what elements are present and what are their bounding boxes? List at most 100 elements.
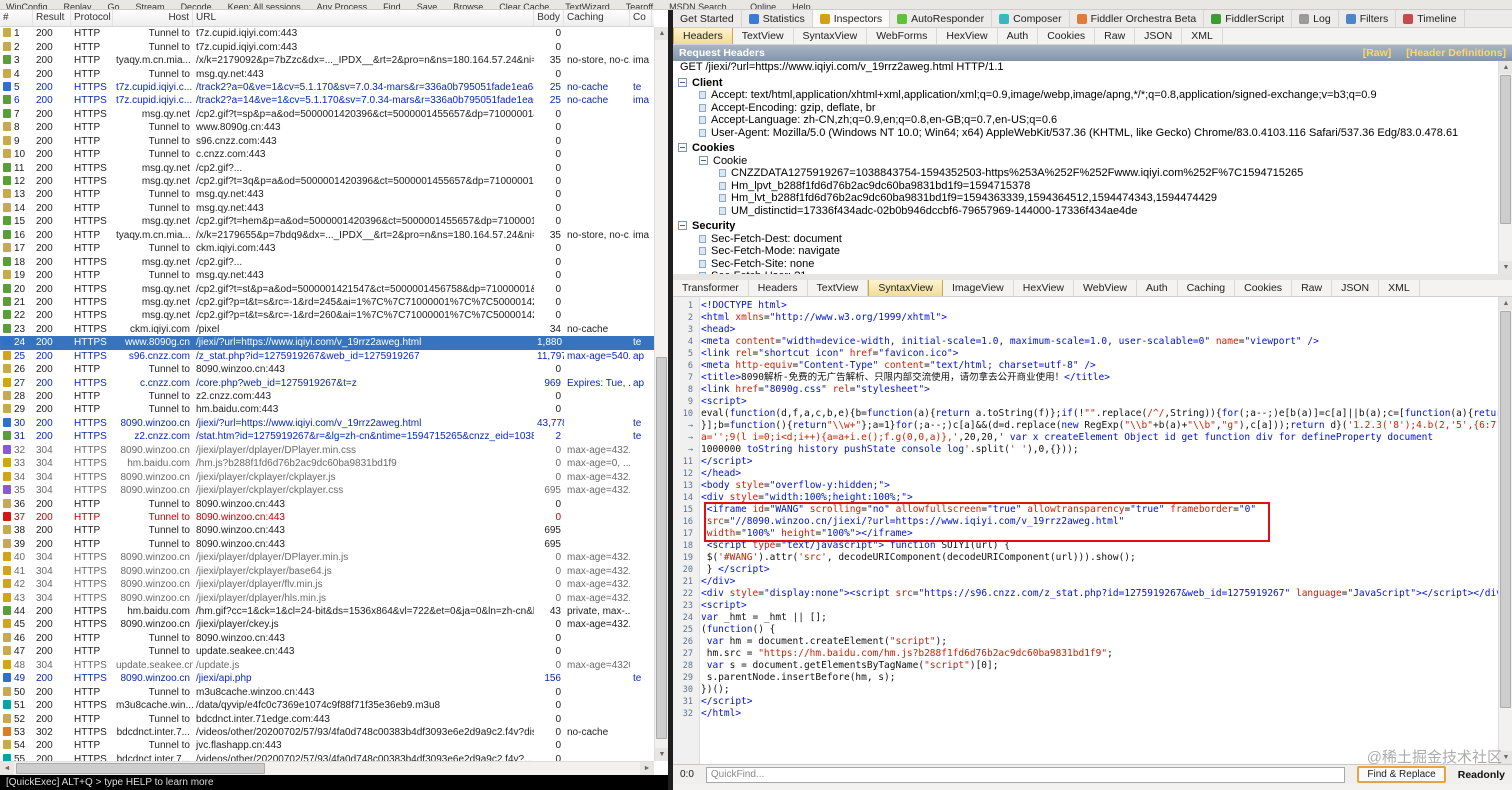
session-row[interactable]: 14 200 HTTP Tunnel to msg.qy.net:443 0: [0, 202, 654, 215]
session-row[interactable]: 26 200 HTTP Tunnel to 8090.winzoo.cn:443 0: [0, 363, 654, 376]
tab-get-started[interactable]: Get Started: [673, 10, 742, 27]
session-row[interactable]: 21 200 HTTPS msg.qy.net/cp2.gif?p=t&t=s&rc=…: [0, 296, 654, 309]
syntaxview-code-area[interactable]: 1 <!DOCTYPE html> 2 <html xmlns="http://www…: [673, 297, 1512, 764]
session-row[interactable]: 34 304 HTTPS 8090.winzoo.cn/jiexi/player/ck…: [0, 470, 654, 483]
collapse-icon[interactable]: [678, 143, 687, 152]
toolbar-item-browse[interactable]: Browse: [453, 2, 483, 9]
scroll-up-icon[interactable]: ▲: [1499, 297, 1512, 310]
request-tab-json[interactable]: JSON: [1135, 28, 1183, 44]
session-row[interactable]: 4 200 HTTP Tunnel to msg.qy.net:443 0: [0, 67, 654, 80]
session-row[interactable]: 2 200 HTTP Tunnel to t7z.cupid.iqiyi.com:443…: [0, 40, 654, 53]
session-row[interactable]: 30 200 HTTPS 8090.winzoo.cn/jiexi/?url=http…: [0, 417, 654, 430]
session-row[interactable]: 33 304 HTTPS hm.baidu.com/hm.js?b288f1fd6d7…: [0, 457, 654, 470]
code-vertical-scrollbar[interactable]: ▲ ▼: [1498, 297, 1512, 764]
toolbar-item-winconfig[interactable]: WinConfig: [6, 2, 48, 9]
session-row[interactable]: 15 200 HTTPS msg.qy.net/cp2.gif?t=hem&p=a&o…: [0, 215, 654, 228]
session-row[interactable]: 10 200 HTTP Tunnel to c.cnzz.com:443 0: [0, 148, 654, 161]
scroll-down-icon[interactable]: ▼: [1499, 751, 1512, 764]
toolbar-item-decode[interactable]: Decode: [181, 2, 212, 9]
request-tab-auth[interactable]: Auth: [998, 28, 1039, 44]
session-row[interactable]: 13 200 HTTP Tunnel to msg.qy.net:443 0: [0, 188, 654, 201]
session-row[interactable]: 42 304 HTTPS 8090.winzoo.cn/jiexi/player/dp…: [0, 578, 654, 591]
request-tab-cookies[interactable]: Cookies: [1038, 28, 1096, 44]
session-row[interactable]: 9 200 HTTP Tunnel to s96.cnzz.com:443 0: [0, 135, 654, 148]
raw-link[interactable]: [Raw]: [1363, 47, 1392, 59]
toolbar-item-keep-all-sessions[interactable]: Keep: All sessions: [228, 2, 301, 9]
session-row[interactable]: 29 200 HTTP Tunnel to hm.baidu.com:443 0: [0, 403, 654, 416]
toolbar-item-help[interactable]: Help: [792, 2, 811, 9]
session-row[interactable]: 5 200 HTTPS t7z.cupid.iqiyi.c.../track2?a=0…: [0, 81, 654, 94]
request-tab-syntaxview[interactable]: SyntaxView: [794, 28, 868, 44]
tab-log[interactable]: Log: [1292, 10, 1339, 27]
response-tab-textview[interactable]: TextView: [808, 280, 869, 296]
session-row[interactable]: 24 200 HTTPS www.8090g.cn/jiexi/?url=https:…: [0, 336, 654, 350]
tab-statistics[interactable]: Statistics: [742, 10, 813, 27]
session-row[interactable]: 18 200 HTTPS msg.qy.net/cp2.gif?... 0: [0, 255, 654, 268]
toolbar-item-replay[interactable]: Replay: [64, 2, 92, 9]
toolbar-item-go[interactable]: Go: [108, 2, 120, 9]
session-row[interactable]: 54 200 HTTP Tunnel to jvc.flashapp.cn:443 0: [0, 739, 654, 752]
response-tab-raw[interactable]: Raw: [1292, 280, 1333, 296]
toolbar-item-find[interactable]: Find: [383, 2, 401, 9]
toolbar-item-tearoff[interactable]: Tearoff: [626, 2, 653, 9]
column-header-co[interactable]: Co: [630, 10, 652, 26]
column-header-result[interactable]: Result: [33, 10, 71, 26]
session-row[interactable]: 40 304 HTTPS 8090.winzoo.cn/jiexi/player/dp…: [0, 551, 654, 564]
response-tab-headers[interactable]: Headers: [749, 280, 808, 296]
column-header-protocol[interactable]: Protocol: [71, 10, 113, 26]
session-row[interactable]: 51 200 HTTPS m3u8cache.win.../data/qyvip/e4…: [0, 699, 654, 712]
session-horizontal-scrollbar[interactable]: ◄ ►: [0, 761, 654, 775]
scroll-up-icon[interactable]: ▲: [1499, 61, 1512, 74]
scroll-down-icon[interactable]: ▼: [1499, 261, 1512, 274]
response-tab-auth[interactable]: Auth: [1137, 280, 1178, 296]
session-row[interactable]: 6 200 HTTPS t7z.cupid.iqiyi.c.../track2?a=1…: [0, 94, 654, 107]
toolbar-item-msdn-search[interactable]: MSDN Search...: [669, 2, 734, 9]
headers-vertical-scrollbar[interactable]: ▲ ▼: [1498, 61, 1512, 274]
tab-composer[interactable]: Composer: [992, 10, 1070, 27]
response-tab-imageview[interactable]: ImageView: [943, 280, 1014, 296]
session-row[interactable]: 50 200 HTTP Tunnel to m3u8cache.winzoo.cn:44…: [0, 685, 654, 698]
response-tab-hexview[interactable]: HexView: [1014, 280, 1075, 296]
session-row[interactable]: 3 200 HTTP tyaqy.m.cn.mia... /x/k=2179092&p=…: [0, 54, 654, 67]
session-row[interactable]: 39 200 HTTP Tunnel to 8090.winzoo.cn:443 695: [0, 538, 654, 551]
column-header-url[interactable]: URL: [193, 10, 534, 26]
session-row[interactable]: 41 304 HTTPS 8090.winzoo.cn/jiexi/player/ck…: [0, 565, 654, 578]
tab-fiddler-orchestra-beta[interactable]: Fiddler Orchestra Beta: [1070, 10, 1205, 27]
tab-inspectors[interactable]: Inspectors: [812, 10, 891, 27]
session-row[interactable]: 12 200 HTTPS msg.qy.net/cp2.gif?t=3q&p=a&od…: [0, 175, 654, 188]
collapse-icon[interactable]: [678, 221, 687, 230]
column-header-body[interactable]: Body: [534, 10, 564, 26]
session-row[interactable]: 47 200 HTTP Tunnel to update.seakee.cn:443 0: [0, 645, 654, 658]
response-tab-caching[interactable]: Caching: [1178, 280, 1236, 296]
toolbar-item-save[interactable]: Save: [417, 2, 438, 9]
scroll-right-icon[interactable]: ►: [640, 762, 654, 775]
response-tab-transformer[interactable]: Transformer: [673, 280, 749, 296]
session-row[interactable]: 31 200 HTTPS z2.cnzz.com/stat.htm?id=127591…: [0, 430, 654, 443]
session-row[interactable]: 52 200 HTTP Tunnel to bdcdnct.inter.71edge.c…: [0, 712, 654, 725]
session-row[interactable]: 46 200 HTTP Tunnel to 8090.winzoo.cn:443 0: [0, 632, 654, 645]
find-replace-button[interactable]: Find & Replace: [1357, 766, 1446, 783]
collapse-icon[interactable]: [699, 155, 708, 165]
session-row[interactable]: 48 304 HTTPS update.seakee.cn/update.js 0 max…: [0, 659, 654, 672]
session-row[interactable]: 55 200 HTTPS bdcdnct.inter.7... /videos/othe…: [0, 753, 654, 761]
quickfind-input[interactable]: [705, 766, 1346, 783]
session-row[interactable]: 8 200 HTTP Tunnel to www.8090g.cn:443 0: [0, 121, 654, 134]
response-tab-xml[interactable]: XML: [1379, 280, 1420, 296]
session-row[interactable]: 53 302 HTTPS bdcdnct.inter.7... /videos/othe…: [0, 726, 654, 739]
session-row[interactable]: 38 200 HTTP Tunnel to 8090.winzoo.cn:443 695: [0, 524, 654, 537]
session-row[interactable]: 17 200 HTTP Tunnel to ckm.iqiyi.com:443 0: [0, 242, 654, 255]
toolbar-item-online[interactable]: Online: [750, 2, 776, 9]
session-row[interactable]: 7 200 HTTPS msg.qy.net/cp2.gif?t=sp&p=a&od=…: [0, 108, 654, 121]
scrollbar-thumb[interactable]: [1500, 311, 1511, 708]
session-row[interactable]: 35 304 HTTPS 8090.winzoo.cn/jiexi/player/ck…: [0, 484, 654, 497]
tab-fiddlerscript[interactable]: FiddlerScript: [1204, 10, 1293, 27]
scrollbar-thumb[interactable]: [1500, 75, 1511, 225]
tab-timeline[interactable]: Timeline: [1396, 10, 1465, 27]
column-header-host[interactable]: Host: [113, 10, 193, 26]
session-row[interactable]: 1 200 HTTP Tunnel to t7z.cupid.iqiyi.com:443…: [0, 27, 654, 40]
response-tab-cookies[interactable]: Cookies: [1235, 280, 1293, 296]
scroll-down-icon[interactable]: ▼: [655, 748, 669, 761]
request-tab-webforms[interactable]: WebForms: [867, 28, 938, 44]
response-tab-syntaxview[interactable]: SyntaxView: [868, 280, 943, 296]
toolbar-item-any-process[interactable]: Any Process: [317, 2, 368, 9]
